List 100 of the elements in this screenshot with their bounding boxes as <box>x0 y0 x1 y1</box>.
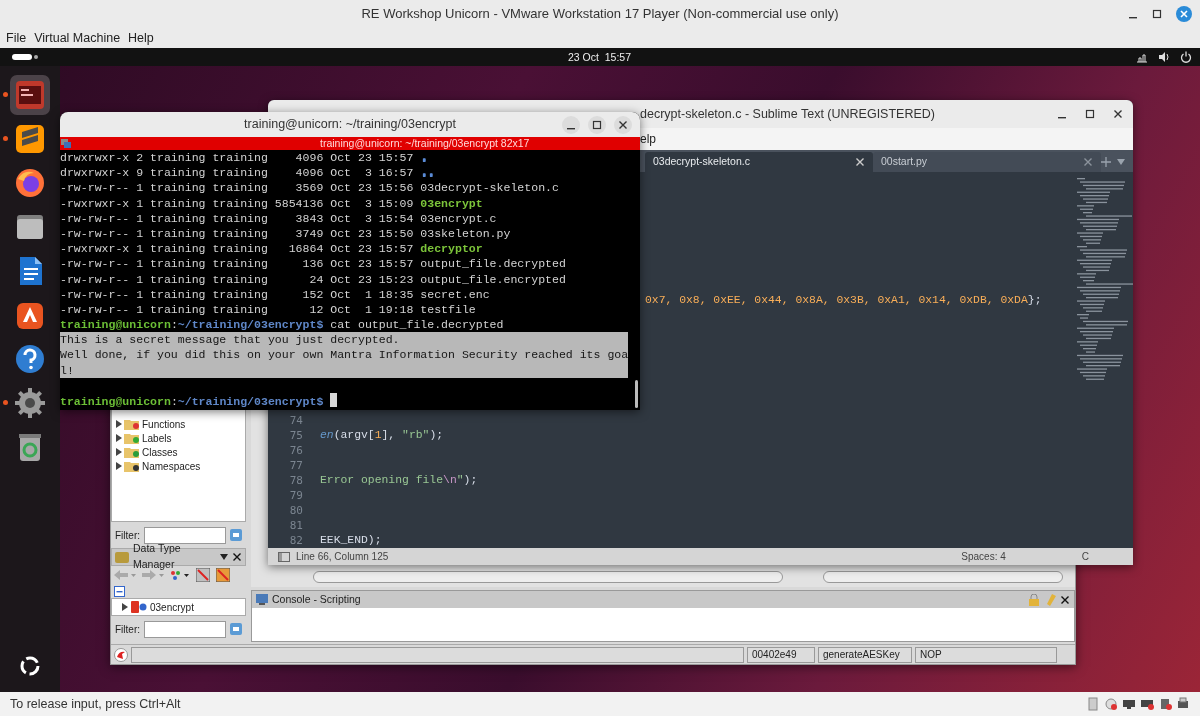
network-adapter-icon[interactable] <box>1140 697 1154 711</box>
file-name: 03encrypt <box>420 196 483 210</box>
line-number: 82 <box>288 533 303 548</box>
file-name: testfile <box>420 302 476 316</box>
file-details: -rw-rw-r-- 1 training training 3749 Oct 23 15:50 <box>60 226 414 240</box>
printer-icon[interactable] <box>1176 697 1190 711</box>
archive-icon <box>131 601 147 613</box>
horizontal-scrollbar[interactable] <box>823 571 1063 583</box>
close-icon[interactable] <box>232 552 242 562</box>
folder-icon <box>124 460 140 472</box>
file-name: secret.enc <box>420 287 490 301</box>
sidebar-toggle-icon[interactable] <box>278 551 290 562</box>
folder-icon <box>124 446 140 458</box>
filter-field[interactable] <box>144 620 226 638</box>
dropdown-icon[interactable] <box>220 554 228 560</box>
file-details: drwxrwxr-x 2 training training 4096 Oct 23 15:57 <box>60 151 414 164</box>
prompt-path: ~/training/03encrypt$ <box>177 318 324 332</box>
filter-label: Filter: <box>115 622 140 637</box>
status-field: NOP <box>915 646 1057 663</box>
code-line: 0x7, 0x8, 0xEE, 0x44, 0x8A, 0x3B, 0xA1, 0x14, 0xDB, 0xDA}; <box>645 293 1042 308</box>
add-icon[interactable] <box>1101 157 1111 167</box>
collapse-icon[interactable] <box>114 585 125 597</box>
file-name: . <box>420 151 428 164</box>
tree-item[interactable]: 03encrypt <box>111 598 246 616</box>
tools-icon[interactable] <box>170 570 190 580</box>
status-field: generateAESKey <box>818 646 912 663</box>
usb-icon[interactable] <box>1158 697 1172 711</box>
tree-item[interactable]: Classes <box>112 445 245 459</box>
indentation-setting[interactable]: Spaces: 4 <box>961 549 1006 564</box>
clock[interactable]: 23 Oct 15:57 <box>568 50 632 66</box>
network-icon[interactable] <box>1136 51 1148 63</box>
output-text: This is a secret message that you just decrypted. <box>60 333 400 347</box>
file-name: output_file.decrypted <box>420 257 566 271</box>
expand-arrow-icon[interactable] <box>122 603 128 611</box>
maximize-icon[interactable] <box>592 119 602 130</box>
app-logo-icon <box>114 647 128 662</box>
close-icon[interactable] <box>618 119 628 130</box>
volume-icon[interactable] <box>1158 51 1170 63</box>
editor-tab[interactable]: 03decrypt-skeleton.c <box>645 152 873 172</box>
file-details: -rw-rw-r-- 1 training training 24 Oct 23 15:23 <box>60 272 414 286</box>
menu-item[interactable]: Help <box>124 28 158 48</box>
maximize-icon[interactable] <box>1152 9 1162 19</box>
terminal-icon[interactable] <box>8 73 52 117</box>
line-number: 77 <box>288 458 303 473</box>
file-details: -rw-rw-r-- 1 training training 12 Oct 1 19:18 <box>60 302 414 316</box>
editor-tab[interactable]: 00start.py <box>873 152 1101 172</box>
console-icon <box>256 594 268 605</box>
status-message: To release input, press Ctrl+Alt <box>10 695 181 713</box>
code-line: EEK_END); <box>319 533 382 548</box>
file-details: -rwxrwxr-x 1 training training 5854136 Oct 3 15:09 <box>60 196 414 210</box>
file-details: drwxrwxr-x 9 training training 4096 Oct 3 16:57 <box>60 166 414 180</box>
horizontal-scrollbar[interactable] <box>313 571 783 583</box>
terminal-tab-icon <box>60 138 72 149</box>
tree-item[interactable]: Functions <box>112 417 245 431</box>
filter-field[interactable] <box>144 526 226 544</box>
tree-item[interactable]: Labels <box>112 431 245 445</box>
disc-icon[interactable] <box>1104 697 1118 711</box>
output-text: Well done, if you did this on your own Mantra Information Security reached its goa <box>60 348 629 362</box>
file-details: -rw-rw-r-- 1 training training 136 Oct 23 15:57 <box>60 257 414 271</box>
data-types-icon <box>115 551 129 563</box>
file-details: -rwxrwxr-x 1 training training 16864 Oct 23 15:57 <box>60 242 414 256</box>
line-number: 79 <box>288 488 303 503</box>
maximize-icon[interactable] <box>1085 109 1095 119</box>
window-title: RE Workshop Unicorn - VMware Workstation 17 Player (Non-commercial use only) <box>361 5 839 24</box>
prompt-user: training@unicorn <box>60 318 171 332</box>
file-name: decryptor <box>420 242 483 256</box>
filter-options-icon[interactable] <box>230 529 242 541</box>
filter-off-icon[interactable] <box>196 568 210 582</box>
prompt-separator: : <box>170 395 178 408</box>
close-icon[interactable] <box>1113 109 1123 119</box>
folder-icon <box>124 432 140 444</box>
filter-options-icon[interactable] <box>230 623 242 635</box>
menu-item[interactable]: Virtual Machine <box>30 28 125 48</box>
code-line: Error opening file\n"); <box>319 473 478 488</box>
line-number: 80 <box>288 503 303 518</box>
menu-item[interactable]: File <box>2 28 31 48</box>
file-details: -rw-rw-r-- 1 training training 3843 Oct 3 15:54 <box>60 211 414 225</box>
scrollbar-thumb[interactable] <box>635 380 638 408</box>
syntax-setting[interactable]: C <box>1081 549 1089 564</box>
folder-icon <box>124 418 140 430</box>
monitor-icon[interactable] <box>1122 697 1136 711</box>
panel-title: Console - Scripting <box>272 591 362 607</box>
menu-item[interactable]: elp <box>640 130 656 148</box>
line-number: 74 <box>288 413 303 428</box>
code-line: en(argv[1], "rb"); <box>319 428 444 443</box>
line-number: 78 <box>288 473 303 488</box>
line-number: 75 <box>288 428 303 443</box>
window-title: training@unicorn: ~/training/03encrypt <box>244 116 456 134</box>
cursor-position: Line 66, Column 125 <box>296 550 389 564</box>
window-title: decrypt-skeleton.c - Sublime Text (UNREGISTERED) <box>640 105 936 123</box>
show-apps-icon[interactable] <box>18 654 42 678</box>
file-name: 03skeleton.py <box>420 226 511 240</box>
file-name: 03encrypt.c <box>420 211 497 225</box>
tree-item[interactable]: Namespaces <box>112 459 245 473</box>
file-details: -rw-rw-r-- 1 training training 3569 Oct 23 15:56 <box>60 181 414 195</box>
close-icon[interactable] <box>1060 594 1070 605</box>
power-icon[interactable] <box>1180 51 1192 63</box>
workspace-indicator-icon[interactable] <box>12 54 38 60</box>
line-number: 76 <box>288 443 303 458</box>
file-name: .. <box>420 166 435 180</box>
